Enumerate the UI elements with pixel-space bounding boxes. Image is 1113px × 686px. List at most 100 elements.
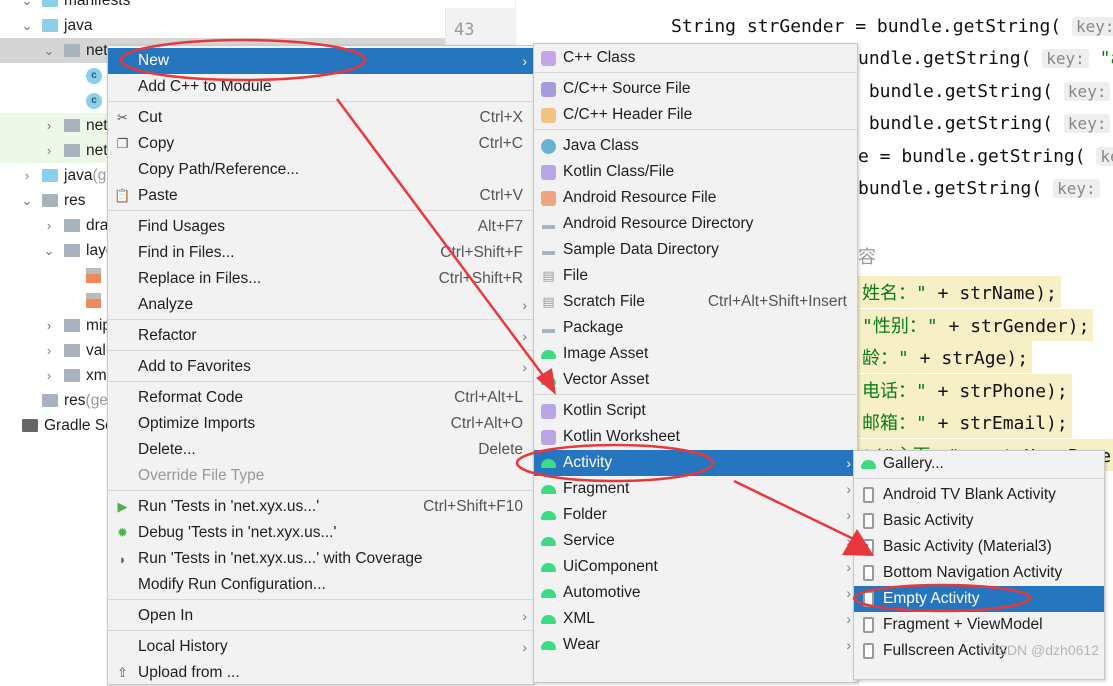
menu-item-label: Delete... (138, 441, 196, 458)
menu-item-folder[interactable]: Folder › (534, 502, 857, 528)
package-icon: ▬ (542, 320, 555, 336)
menu-item-add-c-to-module[interactable]: Add C++ to Module (108, 74, 533, 100)
menu-item-empty-activity[interactable]: Empty Activity (854, 586, 1104, 612)
menu-item-shortcut: Ctrl+Alt+L (454, 389, 523, 406)
menu-item-paste[interactable]: 📋 Paste Ctrl+V (108, 183, 533, 209)
tree-item[interactable]: ⌄ manifests (0, 0, 445, 13)
menu-item-delete[interactable]: Delete... Delete (108, 437, 533, 463)
menu-item-kotlin-class-file[interactable]: Kotlin Class/File (534, 159, 857, 185)
menu-item-modify-run-configuration[interactable]: Modify Run Configuration... (108, 572, 533, 598)
menu-item-gallery[interactable]: Gallery... (854, 451, 1104, 477)
chevron-right-icon[interactable]: › (42, 143, 56, 158)
menu-item-label: Debug 'Tests in 'net.xyx.us...' (138, 524, 337, 541)
menu-item-package[interactable]: ▬ Package (534, 315, 857, 341)
chevron-right-icon[interactable]: › (42, 218, 56, 233)
menu-item-kotlin-worksheet[interactable]: Kotlin Worksheet (534, 424, 857, 450)
chevron-down-icon[interactable]: ⌄ (20, 18, 34, 34)
menu-item-automotive[interactable]: Automotive › (534, 580, 857, 606)
menu-item-find-usages[interactable]: Find Usages Alt+F7 (108, 214, 533, 240)
menu-item-bottom-navigation-activity[interactable]: Bottom Navigation Activity (854, 560, 1104, 586)
menu-item-find-in-files[interactable]: Find in Files... Ctrl+Shift+F (108, 240, 533, 266)
menu-item-label: Override File Type (138, 467, 265, 484)
code-line: bundle.getString( key: "m (858, 178, 1113, 199)
menu-item-android-resource-file[interactable]: Android Resource File (534, 185, 857, 211)
chevron-down-icon[interactable]: ⌄ (20, 193, 34, 209)
android-icon (540, 346, 557, 362)
menu-item-run-tests-in-net-xyx-us[interactable]: ▶ Run 'Tests in 'net.xyx.us...' Ctrl+Shift… (108, 494, 533, 520)
chevron-right-icon[interactable]: › (42, 343, 56, 358)
menu-item-label: C/C++ Source File (563, 80, 691, 97)
menu-item-add-to-favorites[interactable]: Add to Favorites › (108, 354, 533, 380)
menu-item-open-in[interactable]: Open In › (108, 603, 533, 629)
menu-item-android-tv-blank-activity[interactable]: Android TV Blank Activity (854, 482, 1104, 508)
code-text: String strGender = bundle.getString( (671, 16, 1062, 37)
folder-icon (64, 319, 80, 332)
menu-item-optimize-imports[interactable]: Optimize Imports Ctrl+Alt+O (108, 411, 533, 437)
menu-item-override-file-type[interactable]: Override File Type (108, 463, 533, 489)
menu-item-cut[interactable]: ✂ Cut Ctrl+X (108, 105, 533, 131)
chevron-right-icon: › (846, 507, 851, 523)
menu-item-android-resource-directory[interactable]: ▬ Android Resource Directory (534, 211, 857, 237)
menu-item-vector-asset[interactable]: Vector Asset (534, 367, 857, 393)
menu-item-c-class[interactable]: C++ Class (534, 45, 857, 71)
menu-item-label: Service (563, 532, 615, 549)
menu-item-scratch-file[interactable]: ▤ Scratch File Ctrl+Alt+Shift+Insert (534, 289, 857, 315)
device-icon (860, 539, 877, 555)
scissors-icon: ✂ (117, 110, 128, 125)
chevron-right-icon: › (522, 608, 527, 624)
menu-item-shortcut: Delete (478, 441, 523, 458)
menu-item-refactor[interactable]: Refactor › (108, 323, 533, 349)
chevron-right-icon[interactable]: › (42, 368, 56, 383)
menu-item-label: Replace in Files... (138, 270, 262, 287)
menu-item-debug-tests-in-net-xyx-us[interactable]: ✹ Debug 'Tests in 'net.xyx.us...' (108, 520, 533, 546)
class-icon: c (86, 92, 102, 109)
menu-item-c-c-source-file[interactable]: C/C++ Source File (534, 76, 857, 102)
code-line: 邮箱：" + strEmail); (858, 406, 1072, 438)
menu-item-shortcut: Ctrl+Shift+F (440, 244, 523, 261)
menu-item-replace-in-files[interactable]: Replace in Files... Ctrl+Shift+R (108, 266, 533, 292)
menu-item-service[interactable]: Service › (534, 528, 857, 554)
folder-icon (64, 344, 80, 357)
menu-item-image-asset[interactable]: Image Asset (534, 341, 857, 367)
menu-item-basic-activity-material3[interactable]: Basic Activity (Material3) (854, 534, 1104, 560)
menu-item-uicomponent[interactable]: UiComponent › (534, 554, 857, 580)
chevron-right-icon[interactable]: › (42, 318, 56, 333)
new-submenu: C++ Class C/C++ Source File C/C++ Header F… (533, 43, 858, 683)
chevron-right-icon[interactable]: › (20, 168, 34, 183)
menu-item-local-history[interactable]: Local History › (108, 634, 533, 660)
menu-item-java-class[interactable]: Java Class (534, 133, 857, 159)
resource-file-icon (540, 190, 557, 206)
menu-item-analyze[interactable]: Analyze › (108, 292, 533, 318)
menu-item-activity[interactable]: Activity › (534, 450, 857, 476)
menu-item-label: Automotive (563, 584, 641, 601)
tree-item-label: res (64, 191, 86, 209)
menu-item-kotlin-script[interactable]: Kotlin Script (534, 398, 857, 424)
chevron-down-icon[interactable]: ⌄ (42, 243, 56, 259)
menu-item-file[interactable]: ▤ File (534, 263, 857, 289)
menu-item-fragment[interactable]: Fragment › (534, 476, 857, 502)
java-class-icon (540, 138, 557, 154)
menu-item-xml[interactable]: XML › (534, 606, 857, 632)
folder-icon (64, 219, 80, 232)
android-icon (860, 456, 877, 472)
menu-item-reformat-code[interactable]: Reformat Code Ctrl+Alt+L (108, 385, 533, 411)
menu-item-basic-activity[interactable]: Basic Activity (854, 508, 1104, 534)
menu-item-copy[interactable]: ❐ Copy Ctrl+C (108, 131, 533, 157)
tree-item[interactable]: ⌄ java (0, 13, 445, 38)
chevron-right-icon: › (522, 359, 527, 375)
menu-item-upload-from[interactable]: ⇧ Upload from ... (108, 660, 533, 686)
code-line: 姓名：" + strName); (858, 276, 1061, 308)
menu-item-sample-data-directory[interactable]: ▬ Sample Data Directory (534, 237, 857, 263)
menu-item-wear[interactable]: Wear › (534, 632, 857, 658)
menu-item-fragment-viewmodel[interactable]: Fragment + ViewModel (854, 612, 1104, 638)
menu-item-copy-path-reference[interactable]: Copy Path/Reference... (108, 157, 533, 183)
tree-item-label: java (64, 166, 93, 184)
chevron-down-icon[interactable]: ⌄ (42, 43, 56, 59)
menu-item-label: Copy Path/Reference... (138, 161, 300, 178)
menu-item-run-tests-in-net-xyx-us-with-coverage[interactable]: ◗ Run 'Tests in 'net.xyx.us...' with Cove… (108, 546, 533, 572)
chevron-right-icon[interactable]: › (42, 118, 56, 133)
menu-item-label: Modify Run Configuration... (138, 576, 326, 593)
menu-item-new[interactable]: New › (108, 48, 533, 74)
menu-item-c-c-header-file[interactable]: C/C++ Header File (534, 102, 857, 128)
chevron-down-icon[interactable]: ⌄ (20, 0, 34, 9)
